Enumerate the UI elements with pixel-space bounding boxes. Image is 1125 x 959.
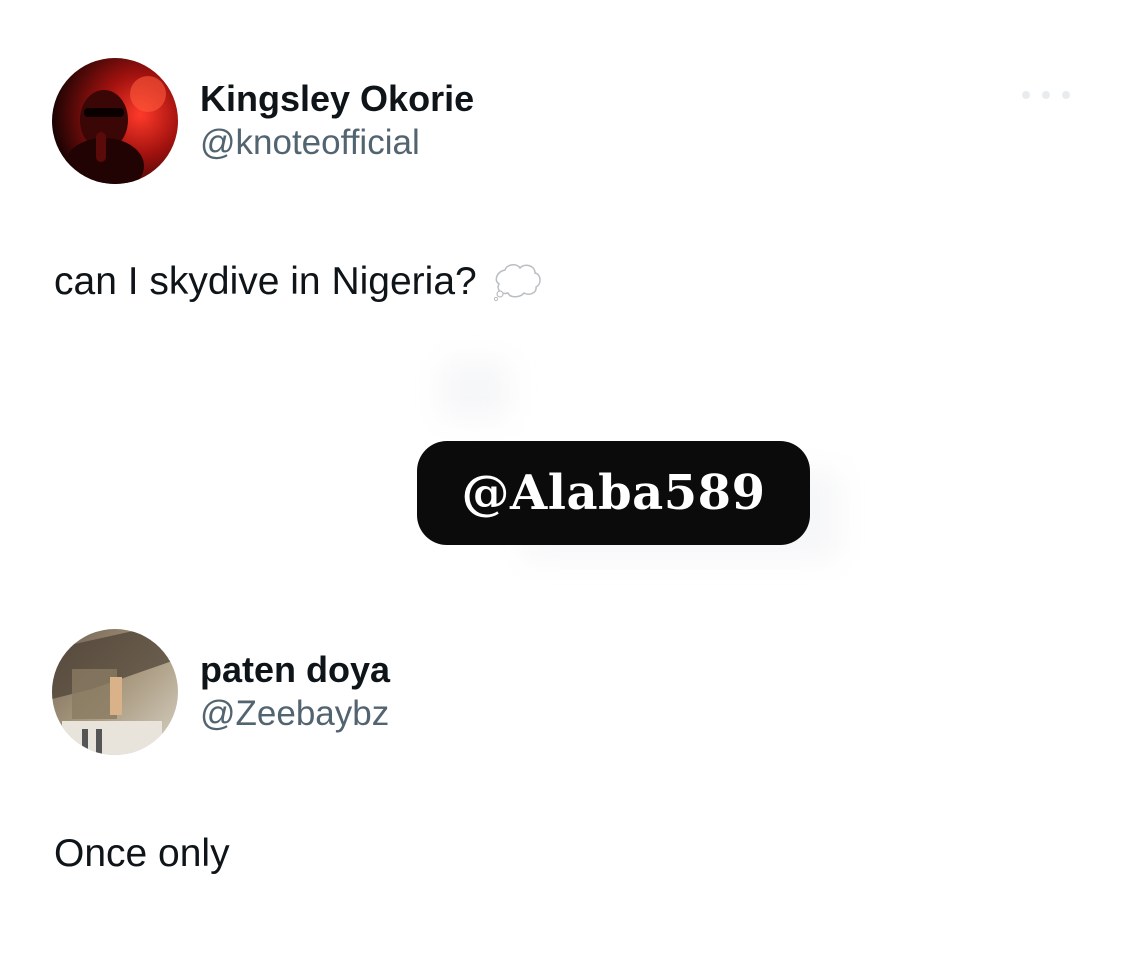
reply-text-content: Once only (54, 832, 230, 875)
tweet-author-header: Kingsley Okorie @knoteofficial (52, 58, 474, 184)
more-options-icon[interactable] (1022, 88, 1070, 102)
profile-photo-icon (52, 58, 178, 184)
avatar[interactable] (52, 629, 178, 755)
watermark-badge: @Alaba589 (417, 441, 810, 545)
avatar[interactable] (52, 58, 178, 184)
thought-balloon-icon (491, 262, 543, 302)
author-name[interactable]: Kingsley Okorie (200, 77, 474, 121)
tweet-text-content: can I skydive in Nigeria? (54, 260, 477, 303)
reply-author-header: paten doya @Zeebaybz (52, 629, 390, 755)
tweet-text: can I skydive in Nigeria? (54, 260, 543, 304)
author-handle[interactable]: @Zeebaybz (200, 692, 390, 736)
watermark-text: @Alaba589 (461, 465, 766, 521)
author-handle[interactable]: @knoteofficial (200, 121, 474, 165)
profile-photo-icon (52, 629, 178, 755)
author-name[interactable]: paten doya (200, 648, 390, 692)
reply-text: Once only (54, 832, 230, 876)
background-artifact (440, 360, 510, 420)
